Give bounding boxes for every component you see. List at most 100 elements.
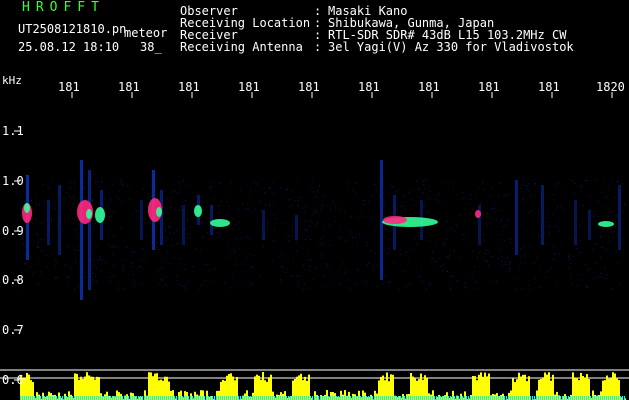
noise-speckle — [237, 285, 239, 287]
signal-meter-base — [176, 396, 177, 400]
noise-speckle — [280, 187, 282, 189]
noise-speckle — [159, 271, 160, 273]
noise-speckle — [260, 211, 262, 213]
noise-speckle — [376, 264, 378, 266]
noise-speckle — [462, 191, 463, 193]
noise-speckle — [220, 201, 222, 202]
noise-speckle — [487, 261, 489, 262]
x-tick-label: 181 — [478, 80, 500, 94]
signal-meter-base — [594, 396, 595, 400]
noise-speckle — [97, 186, 99, 188]
noise-speckle — [604, 267, 606, 269]
noise-speckle — [608, 216, 610, 218]
noise-speckle — [241, 271, 243, 273]
noise-speckle — [323, 274, 325, 276]
noise-speckle — [316, 195, 318, 197]
noise-speckle — [292, 228, 294, 230]
signal-meter-base — [314, 396, 315, 400]
signal-meter-base — [610, 396, 611, 400]
noise-speckle — [305, 230, 307, 232]
noise-speckle — [112, 212, 114, 214]
signal-meter-base — [310, 396, 311, 400]
echo-streak — [80, 160, 83, 300]
signal-meter-base — [194, 396, 195, 400]
noise-speckle — [91, 200, 93, 202]
signal-meter-base — [108, 396, 109, 400]
noise-speckle — [75, 261, 77, 263]
noise-speckle — [605, 207, 607, 209]
noise-speckle — [537, 218, 539, 220]
noise-speckle — [116, 196, 118, 198]
noise-speckle — [588, 286, 590, 288]
noise-speckle — [112, 253, 114, 255]
noise-speckle — [132, 251, 134, 253]
signal-meter-base — [44, 396, 45, 400]
noise-speckle — [388, 248, 390, 250]
noise-speckle — [106, 206, 108, 208]
noise-speckle — [451, 228, 453, 229]
noise-speckle — [340, 209, 342, 211]
noise-speckle — [273, 214, 275, 216]
signal-meter-base — [226, 396, 227, 400]
signal-meter-bar — [230, 373, 232, 400]
noise-speckle — [571, 283, 573, 285]
noise-speckle — [199, 250, 201, 252]
y-tick-label: 1.1 — [2, 124, 24, 138]
noise-speckle — [133, 286, 135, 287]
noise-speckle — [182, 180, 184, 182]
noise-speckle — [202, 222, 204, 224]
noise-speckle — [116, 246, 118, 248]
signal-meter-base — [546, 396, 547, 400]
signal-meter-base — [300, 396, 301, 400]
signal-meter-base — [416, 396, 417, 400]
signal-meter-base — [620, 396, 621, 400]
noise-speckle — [216, 231, 218, 233]
noise-speckle — [74, 182, 76, 184]
signal-meter-base — [30, 396, 31, 400]
signal-meter-base — [282, 396, 283, 400]
signal-meter-base — [92, 396, 93, 400]
noise-speckle — [218, 205, 220, 207]
signal-meter-base — [398, 396, 399, 400]
signal-meter-base — [158, 396, 159, 400]
signal-meter-base — [354, 396, 355, 400]
signal-meter-base — [512, 396, 513, 400]
signal-meter-base — [112, 396, 113, 400]
noise-speckle — [251, 284, 253, 286]
noise-speckle — [556, 185, 558, 187]
signal-meter-base — [212, 396, 213, 400]
noise-speckle — [570, 262, 572, 264]
noise-speckle — [69, 195, 71, 197]
noise-speckle — [318, 185, 320, 187]
noise-speckle — [608, 241, 610, 242]
noise-speckle — [453, 250, 455, 252]
noise-speckle — [611, 288, 613, 290]
noise-speckle — [501, 260, 503, 262]
noise-speckle — [150, 223, 152, 225]
event-count: 38_ — [140, 40, 162, 54]
signal-meter-base — [326, 396, 327, 400]
noise-speckle — [179, 206, 181, 207]
noise-speckle — [164, 277, 166, 279]
noise-speckle — [187, 244, 189, 246]
noise-speckle — [397, 189, 399, 191]
signal-meter-base — [588, 396, 589, 400]
noise-speckle — [500, 210, 502, 211]
noise-speckle — [189, 185, 191, 187]
noise-speckle — [499, 249, 501, 251]
noise-speckle — [62, 197, 64, 199]
signal-meter-base — [446, 396, 447, 400]
signal-meter-base — [140, 396, 141, 400]
noise-speckle — [180, 209, 182, 211]
noise-speckle — [22, 287, 24, 289]
noise-speckle — [295, 250, 297, 252]
noise-speckle — [83, 181, 85, 183]
signal-meter-base — [148, 396, 149, 400]
noise-speckle — [533, 262, 535, 264]
noise-speckle — [512, 247, 514, 249]
noise-speckle — [288, 235, 290, 237]
noise-speckle — [561, 242, 562, 244]
noise-speckle — [260, 201, 261, 203]
echo-streak — [182, 205, 185, 245]
signal-meter-base — [450, 396, 451, 400]
